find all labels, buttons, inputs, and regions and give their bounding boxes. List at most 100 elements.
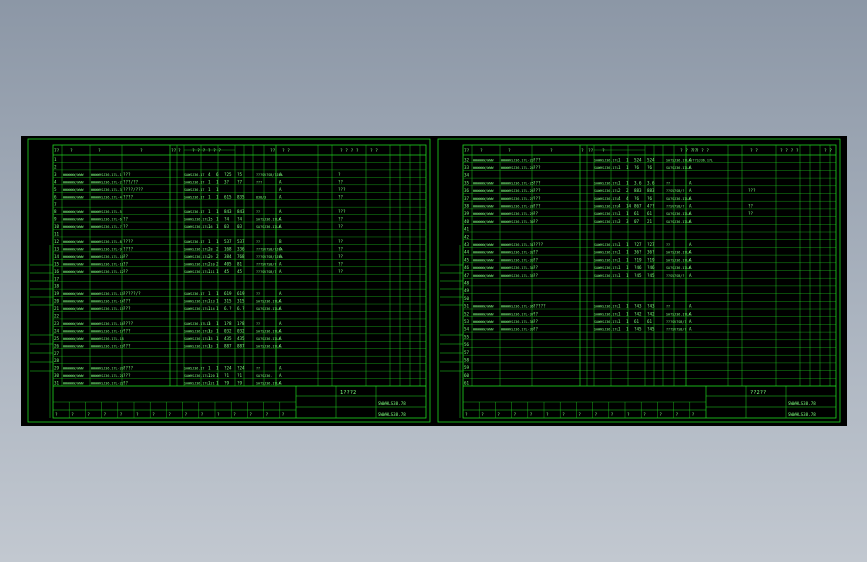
- row-x-text: SA?SJ36.17LA: [666, 166, 691, 170]
- row-v-text: 45: [224, 269, 230, 274]
- row-n-text: 12: [54, 239, 60, 244]
- row-v-text: 61: [634, 211, 640, 216]
- row-v-text: ?6: [634, 165, 640, 170]
- row-d-text: SAWHSJ36.17L: [594, 166, 619, 170]
- row-q-text: 1: [618, 165, 621, 170]
- row-n-text: 35: [464, 180, 470, 185]
- cad-drawing-canvas[interactable]: 7???????? ? ? ? ? ???? ?? ? ? ?? ?123 WWW…: [21, 136, 847, 426]
- row-u-text: 1: [216, 209, 219, 214]
- row-u-text: 1: [216, 217, 219, 222]
- row-u-text: 1: [216, 239, 219, 244]
- row-a-text: WWWWWW/WWW: [473, 274, 494, 278]
- row-d-text: SAWHSJ36.17L: [594, 266, 619, 270]
- row-n-text: 21: [54, 306, 60, 311]
- header-label: ?: [550, 148, 553, 154]
- row-c-text: ?????: [533, 304, 546, 309]
- row-a-text: WWWWWW/WWW: [63, 344, 84, 348]
- cad-viewport[interactable]: 7???????? ? ? ? ? ???? ?? ? ? ?? ? 1 2 3 WWW…: [21, 136, 847, 426]
- row-z-text: ??: [748, 211, 754, 216]
- row-w-text: ?42: [647, 311, 655, 316]
- row-y-text: A: [279, 373, 282, 378]
- footer-label: ?: [233, 412, 236, 417]
- row-b-text: WWWWHSJ36.17L-33: [501, 258, 534, 262]
- row-b-text: WWWWHSJ36.17L-8: [91, 240, 122, 244]
- row-u-text: 1: [216, 179, 219, 184]
- row-a-text: WWWWWW/WWW: [63, 188, 84, 192]
- header-label: ? ? ? ?: [780, 148, 799, 154]
- row-w-text: 032: [237, 328, 245, 333]
- row-z-text: ??: [338, 246, 344, 251]
- row-q-text: 4: [618, 196, 621, 201]
- row-b-text: WWWWHSJ36.17L-2: [91, 180, 122, 184]
- row-z-text: ??: [338, 269, 344, 274]
- row-x-text: SA?SJ36.17LA: [256, 218, 281, 222]
- header-label: ?: [508, 148, 511, 154]
- footer-label: ?: [282, 412, 285, 417]
- footer-label: ?: [266, 412, 269, 417]
- row-q-text: 3: [618, 219, 621, 224]
- row-w-text: ?46: [647, 265, 655, 270]
- row-d-text: SAWHSJ36.17L: [594, 212, 619, 216]
- row-q-text: 1: [208, 321, 211, 326]
- row-n-text: 54: [464, 327, 470, 332]
- row-b-text: WWWWHSJ36.17L-28: [501, 205, 534, 209]
- row-w-text: 1?8: [237, 321, 245, 326]
- row-a-text: WWWWWW/WWW: [63, 382, 84, 386]
- row-b-text: WWWWHSJ36.17L-1: [91, 173, 122, 177]
- row-y-text: A: [689, 319, 692, 324]
- row-a-text: WWWWWW/WWW: [473, 189, 494, 193]
- row-n-text: 28: [54, 358, 60, 363]
- row-v-text: 405: [224, 261, 232, 266]
- row-w-text: ?4: [237, 217, 243, 222]
- footer-label: ?: [104, 412, 107, 417]
- footer-label: ?: [249, 412, 252, 417]
- row-y-text: A: [279, 291, 282, 296]
- footer-label: ?: [611, 412, 614, 417]
- row-z-text: ??: [338, 239, 344, 244]
- row-y-text: A: [279, 343, 282, 348]
- row-w-text: 03: [237, 224, 243, 229]
- row-w-text: ?9: [237, 381, 243, 386]
- row-c-text: ??: [533, 250, 539, 255]
- row-n-text: 41: [464, 227, 470, 232]
- row-a-text: WWWWWW/WWW: [473, 251, 494, 255]
- header-label: ??: [171, 148, 177, 154]
- row-n-text: 42: [464, 234, 470, 239]
- row-c-text: ??: [533, 257, 539, 262]
- row-q-text: 1: [618, 180, 621, 185]
- row-w-text: 4??: [647, 204, 655, 209]
- row-q-text: 1: [618, 265, 621, 270]
- row-c-text: ?????/?: [123, 291, 141, 296]
- footer-label: ?: [659, 412, 662, 417]
- row-b-text: WWWWHSJ36.17L-38: [501, 320, 534, 324]
- row-y-text: A: [279, 306, 282, 311]
- row-u-text: 1: [626, 311, 629, 316]
- row-a-text: WWWWWW/WWW: [63, 270, 84, 274]
- row-y-text: A: [689, 211, 692, 216]
- row-v-text: ?45: [634, 327, 642, 332]
- row-w-text: 768: [237, 254, 245, 259]
- row-v-text: 3?: [224, 179, 230, 184]
- row-b-text: WWWWHSJ36.17L-6: [91, 218, 122, 222]
- row-n-text: 14: [54, 254, 60, 259]
- row-u-text: 2: [216, 261, 219, 266]
- footer-label: ?: [692, 412, 695, 417]
- row-x-text: ???SV7SB/?: [256, 262, 276, 266]
- row-d-text: SAWSJ36.17: [184, 188, 204, 192]
- row-w-text: 435: [237, 336, 245, 341]
- row-u-text: 1: [216, 328, 219, 333]
- row-u-text: 1: [626, 304, 629, 309]
- row-a-text: WWWWWW/WWW: [63, 218, 84, 222]
- row-y-text: A: [279, 217, 282, 222]
- row-v-text: 03: [224, 224, 230, 229]
- footer-label: ?: [185, 412, 188, 417]
- row-u-text: 1: [216, 373, 219, 378]
- row-w-text: 883: [647, 188, 655, 193]
- row-y-text: A: [279, 381, 282, 386]
- row-n-text: 6: [54, 194, 57, 199]
- row-w-text: 843: [237, 209, 245, 214]
- row-n-text: 50: [464, 296, 470, 301]
- row-c-text: ???: [533, 180, 541, 185]
- row-d-text: SAWHSJ36.17L: [594, 258, 619, 262]
- footer-label: ?: [497, 412, 500, 417]
